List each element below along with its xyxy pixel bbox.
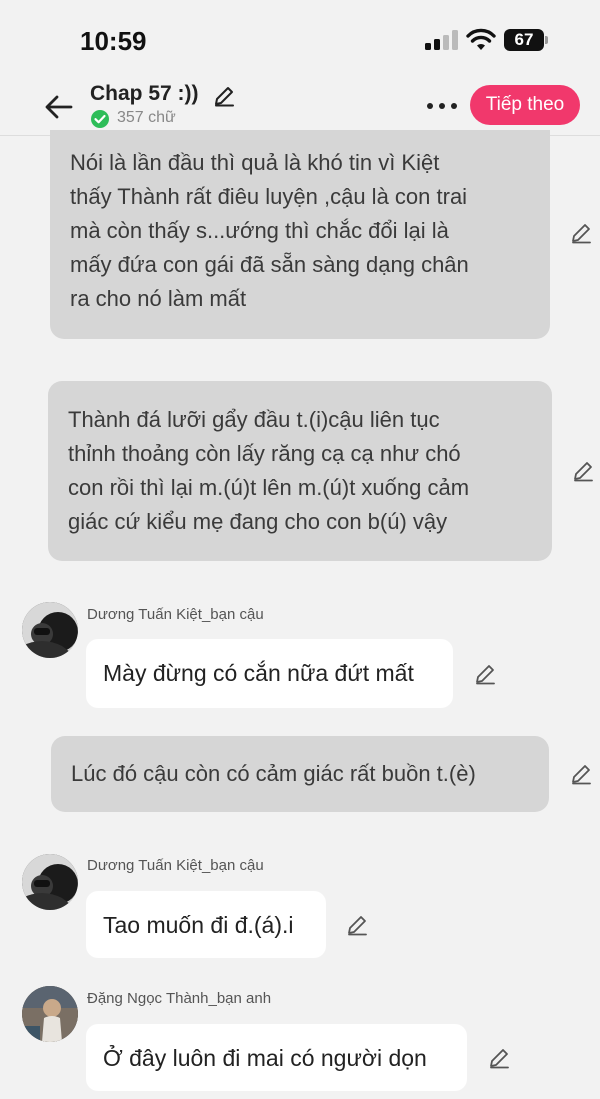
speech-bubble[interactable]: Ở đây luôn đi mai có người dọn [86, 1024, 467, 1091]
narration-bubble[interactable]: Lúc đó cậu còn có cảm giác rất buồn t.(è… [51, 736, 549, 812]
speech-bubble[interactable]: Tao muốn đi đ.(á).i [86, 891, 326, 958]
more-options-icon[interactable] [424, 92, 460, 120]
check-circle-icon [91, 110, 109, 128]
narration-bubble[interactable]: Thành đá lưỡi gẩy đầu t.(i)cậu liên tục … [48, 381, 552, 561]
narration-line: Lúc đó cậu còn có cảm giác rất buồn t.(è… [71, 761, 476, 786]
status-time: 10:59 [80, 26, 147, 56]
narration-line: giác cứ kiểu mẹ đang cho con b(ú) vậy [68, 509, 448, 534]
speech-text: Mày đừng có cắn nữa đứt mất [103, 660, 414, 686]
chapter-title[interactable]: Chap 57 :)) [90, 82, 199, 106]
pencil-icon[interactable] [212, 84, 236, 108]
narration-line: ra cho nó làm mất [70, 286, 247, 311]
avatar-photo-icon [22, 602, 78, 658]
editor-header: Chap 57 :)) 357 chữ Tiếp theo [0, 78, 600, 136]
signal-icon [425, 30, 458, 50]
narration-line: Thành đá lưỡi gẩy đầu t.(i)cậu liên tục [68, 407, 440, 432]
speech-text: Tao muốn đi đ.(á).i [103, 912, 294, 938]
status-bar: 10:59 67 [0, 0, 600, 78]
narration-bubble[interactable]: Nói là lần đầu thì quả là khó tin vì Kiệ… [50, 130, 550, 339]
next-chapter-button[interactable]: Tiếp theo [470, 85, 580, 125]
avatar[interactable] [22, 854, 78, 910]
pencil-icon[interactable] [569, 221, 593, 245]
battery-icon: 67 [504, 29, 548, 51]
narration-line: con rồi thì lại m.(ú)t lên m.(ú)t xuống … [68, 475, 470, 500]
pencil-icon[interactable] [569, 762, 593, 786]
pencil-icon[interactable] [571, 459, 595, 483]
pencil-icon[interactable] [345, 913, 369, 937]
avatar[interactable] [22, 986, 78, 1042]
speech-text: Ở đây luôn đi mai có người dọn [103, 1045, 427, 1071]
narration-line: mấy đứa con gái đã sẵn sàng dạng chân [70, 252, 469, 277]
speech-bubble[interactable]: Mày đừng có cắn nữa đứt mất [86, 639, 453, 708]
avatar-photo-icon [22, 854, 78, 910]
narration-line: mà còn thấy s...ướng thì chắc đổi lại là [70, 218, 449, 243]
pencil-icon[interactable] [473, 662, 497, 686]
word-count: 357 chữ [117, 109, 176, 126]
back-arrow-icon[interactable] [44, 92, 74, 122]
avatar[interactable] [22, 602, 78, 658]
narration-line: Nói là lần đầu thì quả là khó tin vì Kiệ… [70, 150, 440, 175]
character-name: Đặng Ngọc Thành_bạn anh [87, 990, 272, 1007]
avatar-photo-icon [22, 986, 78, 1042]
battery-level: 67 [514, 30, 534, 49]
wifi-icon [466, 28, 496, 50]
character-name: Dương Tuấn Kiệt_bạn cậu [87, 857, 264, 874]
narration-line: thỉnh thoảng còn lấy răng cạ cạ như chó [68, 441, 461, 466]
pencil-icon[interactable] [487, 1046, 511, 1070]
character-name: Dương Tuấn Kiệt_bạn cậu [87, 606, 264, 623]
narration-line: thấy Thành rất điêu luyện ,cậu là con tr… [70, 184, 468, 209]
